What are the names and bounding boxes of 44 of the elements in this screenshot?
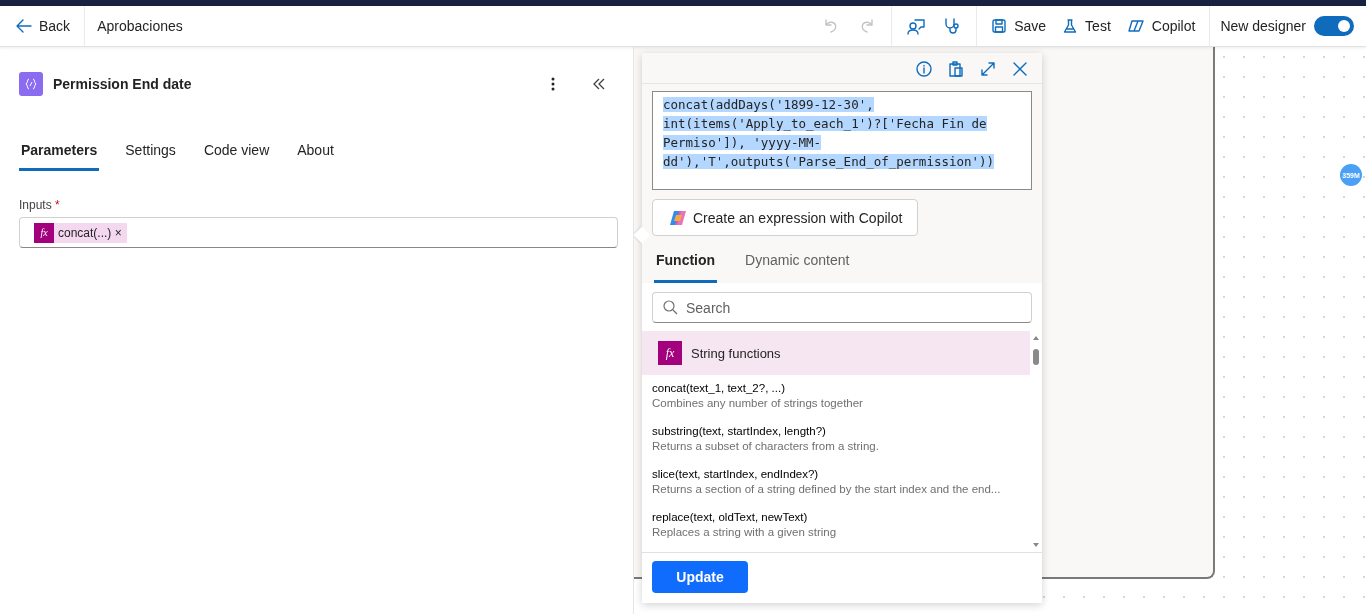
function-item[interactable]: slice(text, startIndex, endIndex?) Returns a section of a string defined by the start index and the end... [642,461,1030,504]
panel-tab[interactable]: Settings [123,138,178,171]
variable-icon [19,72,43,96]
save-icon [991,18,1008,34]
toggle-label: New designer [1220,18,1306,34]
person-chat-icon [907,17,926,35]
test-button[interactable]: Test [1054,12,1119,40]
close-icon [1013,62,1027,76]
category-header[interactable]: fx String functions [642,331,1030,375]
save-button[interactable]: Save [983,12,1055,40]
search-field[interactable]: Search [686,293,1031,322]
redo-icon [859,18,876,34]
stethoscope-icon [943,17,962,35]
search-box[interactable]: Search [652,292,1032,323]
clipboard-icon [948,61,964,77]
field-label: Inputs * [19,198,61,212]
back-arrow-icon [16,19,32,33]
search-icon [663,300,678,315]
inputs-field[interactable]: fx concat(...) × [19,217,618,248]
back-button[interactable]: Back [8,12,79,40]
flask-icon [1062,18,1079,34]
designer-toggle[interactable] [1314,16,1354,36]
popup-tab[interactable]: Dynamic content [743,248,852,283]
function-item[interactable]: concat(text_1, text_2?, ...) Combines any number of strings together [642,375,1030,418]
expand-icon [980,61,996,77]
flow-title: Aprobaciones [96,18,184,34]
function-item[interactable]: substring(text, startIndex, length?) Returns a subset of characters from a string. [642,418,1030,461]
expression-field[interactable]: concat(addDays('1899-12-30', int(items('Apply_to_each_1')?['Fecha Fin de Permiso']), 'yyyy-MM-dd'),'T',outputs('Parse_End_of_permission')) [652,91,1032,190]
update-button[interactable]: Update [652,561,748,593]
copilot-expression-button[interactable]: Create an expression with Copilot [652,199,919,236]
panel-tab[interactable]: Parameters [19,138,100,171]
copilot-icon [1126,18,1145,34]
function-item[interactable]: replace(text, oldText, newText) Replaces a string with a given string [642,504,1030,547]
function-icon: fx [658,341,682,365]
panel-title: Permission End date [53,76,193,92]
more-icon [551,77,555,91]
panel-tab[interactable]: Code view [201,138,272,171]
double-chevron-icon [592,77,606,91]
panel-tab[interactable]: About [295,138,336,171]
copilot-button[interactable]: Copilot [1118,12,1204,40]
category-title: String functions [691,345,781,361]
expression-token[interactable]: fx concat(...) × [34,222,127,243]
info-icon [916,61,932,77]
copilot-icon [669,208,687,227]
